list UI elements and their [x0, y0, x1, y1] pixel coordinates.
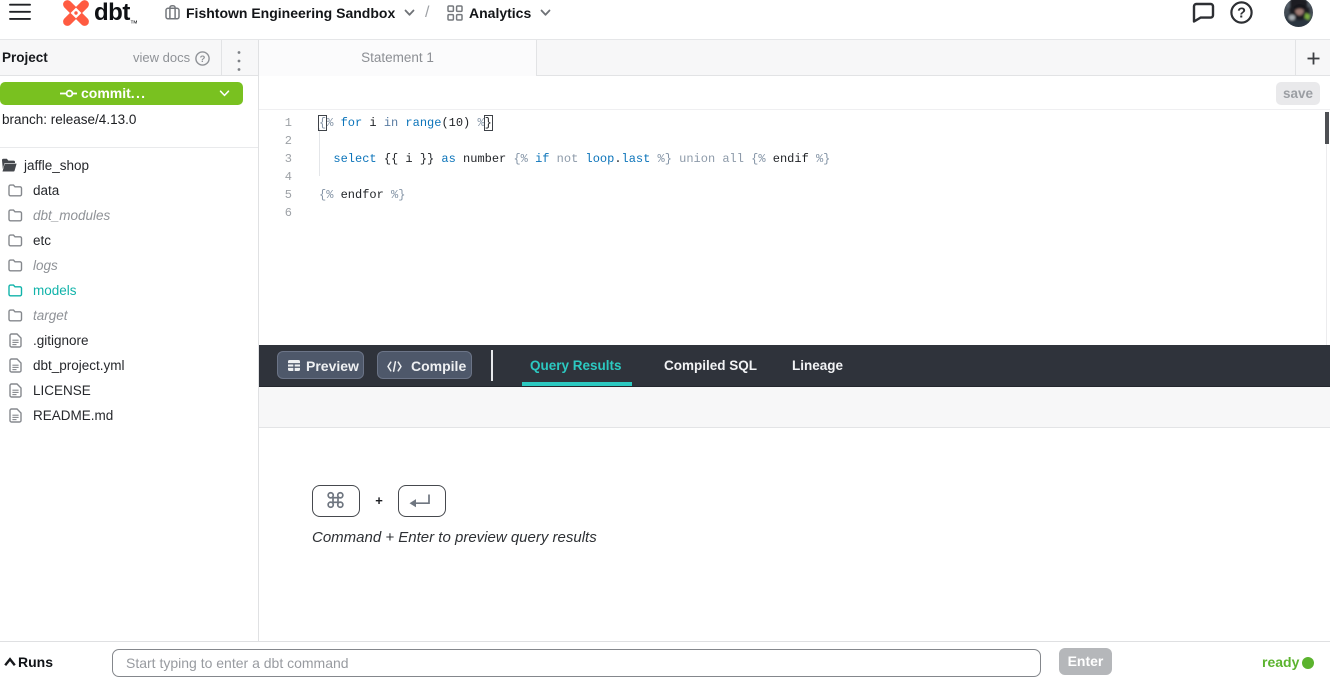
svg-text:?: ?	[200, 54, 206, 65]
svg-text:?: ?	[1237, 6, 1246, 22]
